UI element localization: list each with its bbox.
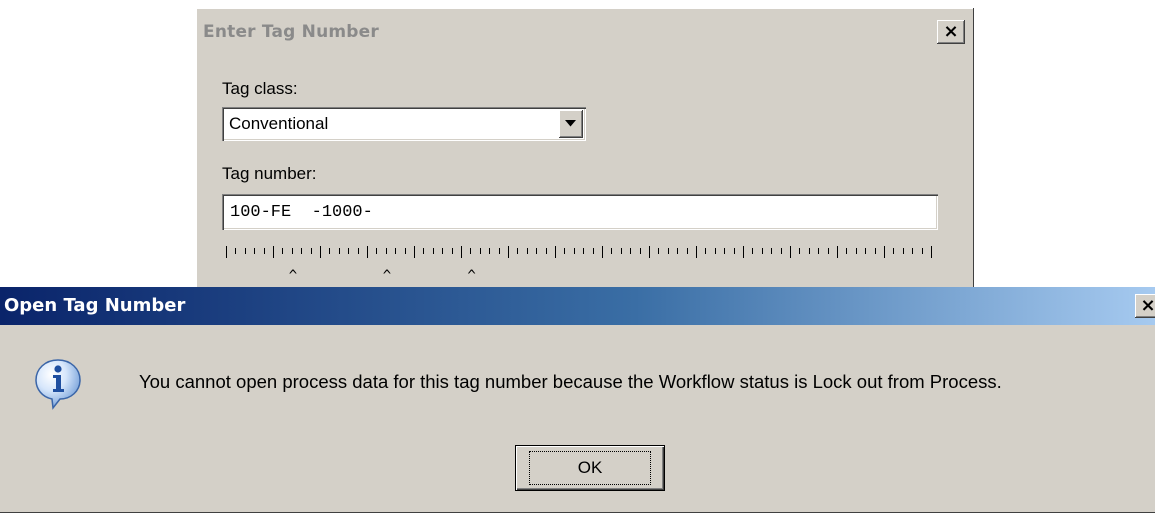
tag-number-ruler <box>226 246 932 258</box>
open-dialog-close-button[interactable]: × <box>1135 294 1155 318</box>
enter-tag-number-title: Enter Tag Number <box>203 22 379 42</box>
close-icon: × <box>1140 295 1155 316</box>
info-icon <box>35 359 81 410</box>
enter-tag-number-title-bar[interactable]: Enter Tag Number × <box>199 11 971 53</box>
ok-button-label: OK <box>528 451 652 485</box>
open-tag-number-title-bar[interactable]: Open Tag Number × <box>0 287 1155 325</box>
tag-number-input[interactable] <box>222 194 938 230</box>
segment-caret: ^ <box>382 268 392 284</box>
open-tag-number-title: Open Tag Number <box>4 295 186 316</box>
tag-class-select[interactable]: Conventional <box>222 107 586 141</box>
open-tag-number-dialog: Open Tag Number × You cannot open proces… <box>0 287 1155 513</box>
segment-caret: ^ <box>288 268 298 284</box>
tag-class-dropdown-button[interactable] <box>559 110 583 138</box>
ok-button[interactable]: OK <box>515 445 665 491</box>
tag-class-selected-value: Conventional <box>229 114 329 133</box>
tag-class-label: Tag class: <box>222 79 298 98</box>
error-message: You cannot open process data for this ta… <box>139 371 1002 392</box>
enter-dialog-close-button[interactable]: × <box>937 20 965 44</box>
segment-caret: ^ <box>467 268 476 284</box>
close-icon: × <box>943 21 959 42</box>
enter-tag-number-dialog: Enter Tag Number × Tag class: Convention… <box>196 8 974 298</box>
tag-number-label: Tag number: <box>222 164 317 183</box>
chevron-down-icon <box>565 120 576 127</box>
